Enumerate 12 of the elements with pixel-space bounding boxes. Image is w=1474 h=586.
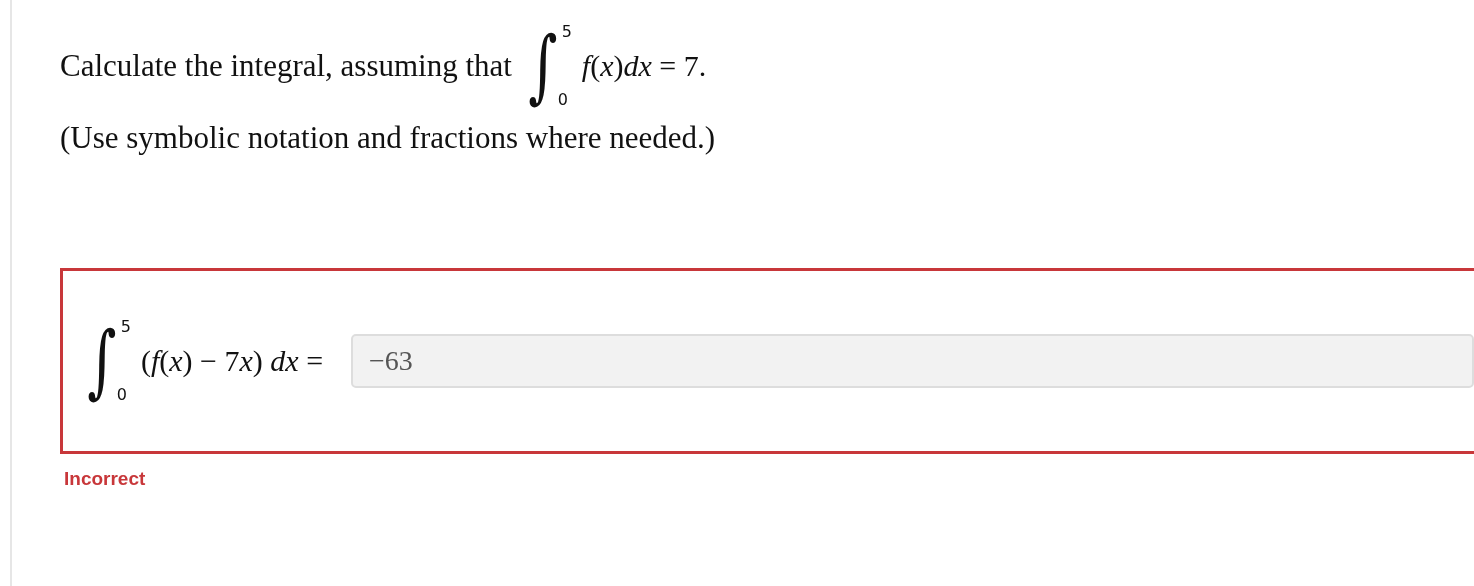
integral-sign: ∫ bbox=[87, 321, 117, 401]
integrand-expression: (f(x) − 7x) dx = bbox=[140, 344, 324, 378]
question-text: Calculate the integral, assuming that bbox=[60, 48, 512, 84]
upper-limit: 5 bbox=[120, 319, 131, 335]
integral-sign: ∫ bbox=[528, 26, 558, 106]
answer-field[interactable]: −63 bbox=[351, 334, 1474, 388]
integrand-expression: f(x)dx = 7. bbox=[581, 49, 707, 83]
lower-limit: 0 bbox=[557, 92, 569, 108]
upper-limit: 5 bbox=[561, 24, 572, 40]
feedback-text: Incorrect bbox=[64, 468, 147, 490]
hint-text: (Use symbolic notation and fractions where needed.) bbox=[60, 120, 717, 156]
lower-limit: 0 bbox=[116, 387, 128, 403]
